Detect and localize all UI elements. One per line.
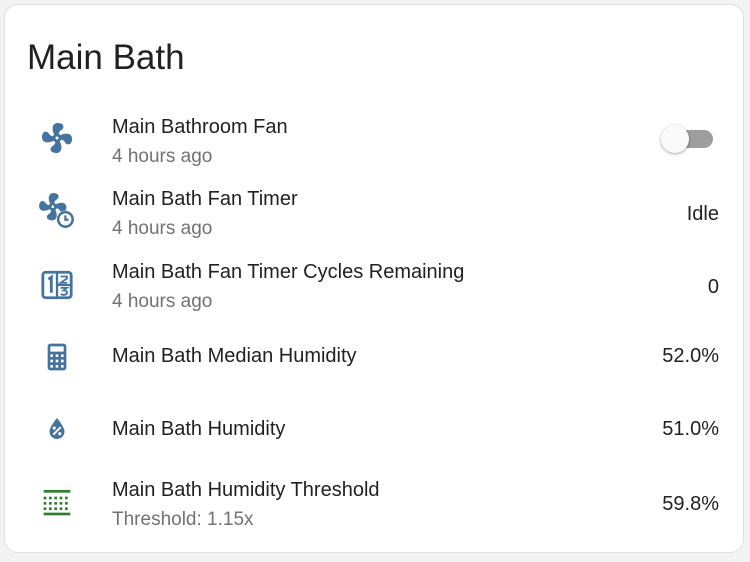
fan-clock-icon[interactable] xyxy=(37,191,77,231)
water-percent-icon[interactable] xyxy=(37,409,77,449)
threshold-icon[interactable] xyxy=(37,482,77,522)
card-title: Main Bath xyxy=(27,38,185,77)
entity-row-median-humidity[interactable]: Main Bath Median Humidity 52.0% xyxy=(5,325,745,385)
calculator-icon[interactable] xyxy=(37,337,77,377)
fan-icon[interactable] xyxy=(37,118,77,158)
entity-name: Main Bath Median Humidity xyxy=(112,345,357,367)
entity-state-value: Idle xyxy=(686,203,719,225)
toggle-thumb xyxy=(661,125,689,153)
entity-row-humidity-threshold[interactable]: Main Bath Humidity Threshold Threshold: … xyxy=(5,471,745,531)
entity-state-value: 51.0% xyxy=(662,418,719,440)
entity-row-main-bathroom-fan[interactable]: Main Bathroom Fan 4 hours ago xyxy=(5,105,745,167)
entity-row-timer-cycles[interactable]: Main Bath Fan Timer Cycles Remaining 4 h… xyxy=(5,250,745,312)
entity-name: Main Bath Fan Timer Cycles Remaining xyxy=(112,261,465,283)
entity-name: Main Bathroom Fan xyxy=(112,116,288,138)
entity-attribute-threshold: Threshold: 1.15x xyxy=(112,509,254,530)
entities-card: Main Bath Main Bathroom Fan 4 hours ago … xyxy=(4,4,744,553)
entity-last-changed: 4 hours ago xyxy=(112,218,213,239)
fan-toggle-switch[interactable] xyxy=(661,125,713,153)
entity-state-value: 52.0% xyxy=(662,345,719,367)
entity-row-humidity[interactable]: Main Bath Humidity 51.0% xyxy=(5,398,745,458)
entity-state-value: 0 xyxy=(707,276,719,298)
entity-last-changed: 4 hours ago xyxy=(112,146,213,167)
entity-name: Main Bath Humidity xyxy=(112,418,286,440)
entity-row-fan-timer[interactable]: Main Bath Fan Timer 4 hours ago Idle xyxy=(5,177,745,239)
entity-name: Main Bath Fan Timer xyxy=(112,188,298,210)
entity-last-changed: 4 hours ago xyxy=(112,291,213,312)
entity-state-value: 59.8% xyxy=(662,493,719,515)
numeric-icon[interactable] xyxy=(37,265,77,305)
entity-name: Main Bath Humidity Threshold xyxy=(112,479,380,501)
